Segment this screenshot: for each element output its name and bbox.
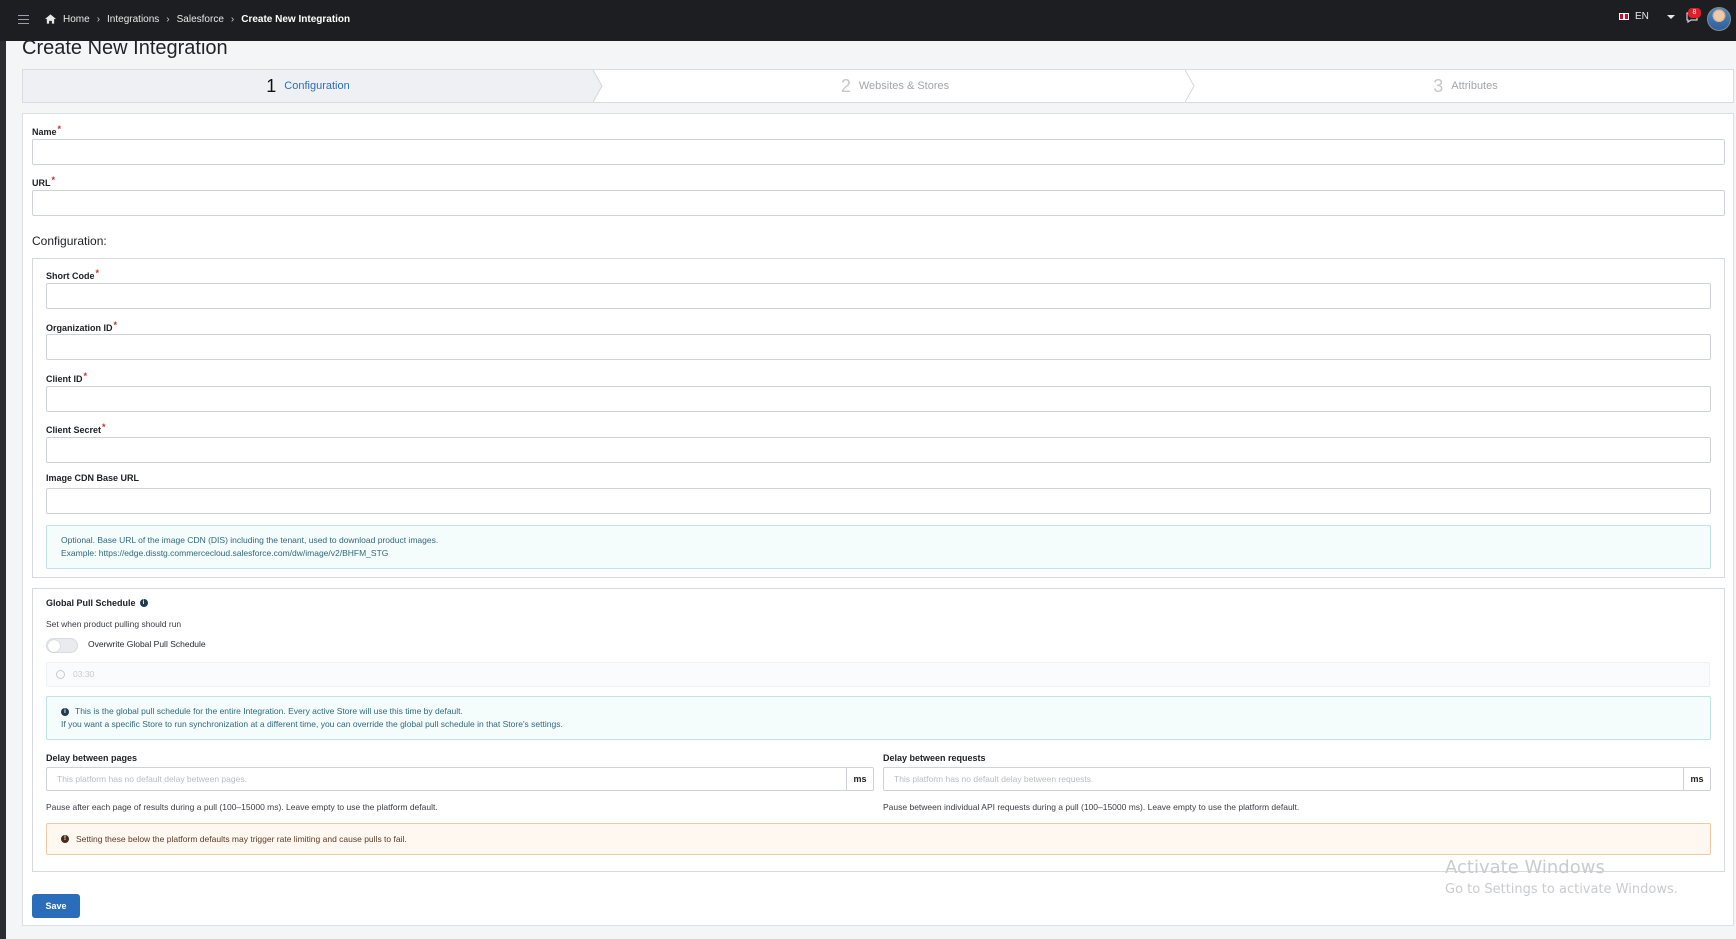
breadcrumb-current: Create New Integration [241, 13, 351, 25]
image-cdn-label: Image CDN Base URL [46, 473, 140, 483]
top-bar: Home › Integrations › Salesforce › Creat… [0, 0, 1736, 41]
required-mark: * [95, 268, 100, 278]
delay-pages-group: This platform has no default delay betwe… [46, 767, 874, 791]
delay-requests-unit: ms [1683, 767, 1711, 791]
delay-pages-label: Delay between pages [46, 753, 138, 763]
short-code-label-text: Short Code [46, 271, 95, 281]
step-label: Websites & Stores [858, 80, 950, 92]
schedule-time-value: 03:30 [73, 669, 95, 679]
step-number: 2 [840, 75, 851, 96]
step-number: 1 [266, 75, 277, 96]
name-label: Name* [32, 124, 61, 137]
image-cdn-help-line-2: Example: https://edge.disstg.commerceclo… [61, 548, 389, 558]
info-icon: i [61, 707, 69, 716]
client-secret-input[interactable] [46, 437, 1711, 463]
step-label: Attributes [1451, 80, 1498, 92]
required-mark: * [113, 320, 118, 330]
organization-id-label-text: Organization ID [46, 323, 113, 333]
windows-watermark-title: Activate Windows [1445, 857, 1605, 878]
info-icon[interactable]: i [139, 599, 148, 607]
home-icon[interactable] [45, 14, 56, 24]
breadcrumb-separator-icon: › [166, 13, 170, 25]
windows-watermark-subtitle: Go to Settings to activate Windows. [1445, 882, 1678, 897]
step-attributes[interactable]: 3 Attributes [1198, 70, 1733, 102]
delay-requests-label: Delay between requests [883, 753, 986, 763]
schedule-subtitle: Set when product pulling should run [46, 619, 182, 629]
breadcrumb: Home › Integrations › Salesforce › Creat… [45, 11, 350, 27]
menu-icon[interactable] [18, 12, 29, 28]
clock-icon [56, 670, 65, 679]
step-divider-icon [593, 70, 603, 102]
step-websites-stores[interactable]: 2 Websites & Stores [605, 70, 1185, 102]
breadcrumb-separator-icon: › [96, 13, 101, 25]
sidebar-collapsed [0, 41, 6, 939]
language-selector[interactable]: EN [1619, 11, 1675, 22]
url-input[interactable] [32, 190, 1725, 216]
breadcrumb-integrations[interactable]: Integrations [107, 14, 159, 25]
name-input[interactable] [32, 139, 1725, 165]
language-label: EN [1635, 11, 1649, 22]
schedule-info-line-1: This is the global pull schedule for the… [75, 706, 463, 716]
overwrite-schedule-label: Overwrite Global Pull Schedule [88, 639, 206, 649]
image-cdn-help: Optional. Base URL of the image CDN (DIS… [46, 525, 1711, 569]
organization-id-input[interactable] [46, 334, 1711, 360]
notification-badge: 8 [1688, 8, 1701, 18]
schedule-info-line-2: If you want a specific Store to run sync… [61, 719, 563, 729]
delay-requests-group: This platform has no default delay betwe… [883, 767, 1711, 791]
schedule-info: i This is the global pull schedule for t… [46, 696, 1711, 740]
image-cdn-input[interactable] [46, 488, 1711, 514]
configuration-section-title: Configuration: [32, 234, 107, 248]
image-cdn-help-line-1: Optional. Base URL of the image CDN (DIS… [61, 535, 439, 545]
client-id-label-text: Client ID [46, 374, 83, 384]
required-mark: * [102, 422, 106, 432]
schedule-time-input: 03:30 [46, 662, 1710, 687]
wizard-stepper: 1 Configuration 2 Websites & Stores 3 At… [22, 69, 1734, 103]
delay-pages-unit: ms [846, 767, 874, 791]
breadcrumb-home[interactable]: Home [63, 14, 90, 25]
chevron-down-icon [1666, 14, 1675, 19]
global-pull-schedule-title: Global Pull Schedule i [46, 598, 148, 608]
global-pull-schedule-title-text: Global Pull Schedule [46, 598, 136, 608]
rate-limit-warning-text: Setting these below the platform default… [76, 834, 407, 844]
rate-limit-warning: ! Setting these below the platform defau… [46, 823, 1711, 855]
delay-requests-help: Pause between individual API requests du… [883, 802, 1300, 812]
short-code-label: Short Code* [46, 268, 99, 281]
breadcrumb-salesforce[interactable]: Salesforce [177, 14, 224, 25]
step-divider-icon [1185, 70, 1195, 102]
avatar[interactable] [1707, 7, 1731, 31]
delay-pages-input[interactable]: This platform has no default delay betwe… [46, 767, 846, 791]
delay-pages-help: Pause after each page of results during … [46, 802, 438, 812]
uk-flag-icon [1619, 13, 1629, 20]
url-label: URL* [32, 175, 55, 188]
warning-icon: ! [61, 835, 69, 843]
delay-requests-input[interactable]: This platform has no default delay betwe… [883, 767, 1683, 791]
page-title: Create New Integration [22, 37, 228, 59]
step-number: 3 [1433, 75, 1444, 96]
required-mark: * [83, 371, 88, 381]
client-secret-label: Client Secret* [46, 422, 106, 435]
organization-id-label: Organization ID* [46, 320, 117, 333]
save-button[interactable]: Save [32, 894, 80, 918]
short-code-input[interactable] [46, 283, 1711, 309]
client-id-input[interactable] [46, 386, 1711, 412]
overwrite-schedule-toggle[interactable] [46, 638, 78, 653]
url-label-text: URL [32, 178, 51, 188]
step-label: Configuration [284, 80, 350, 92]
required-mark: * [51, 175, 56, 185]
client-id-label: Client ID* [46, 371, 87, 384]
name-label-text: Name [32, 127, 57, 137]
required-mark: * [57, 124, 62, 134]
step-configuration[interactable]: 1 Configuration [23, 70, 593, 102]
client-secret-label-text: Client Secret [46, 425, 102, 435]
breadcrumb-separator-icon: › [230, 13, 235, 25]
